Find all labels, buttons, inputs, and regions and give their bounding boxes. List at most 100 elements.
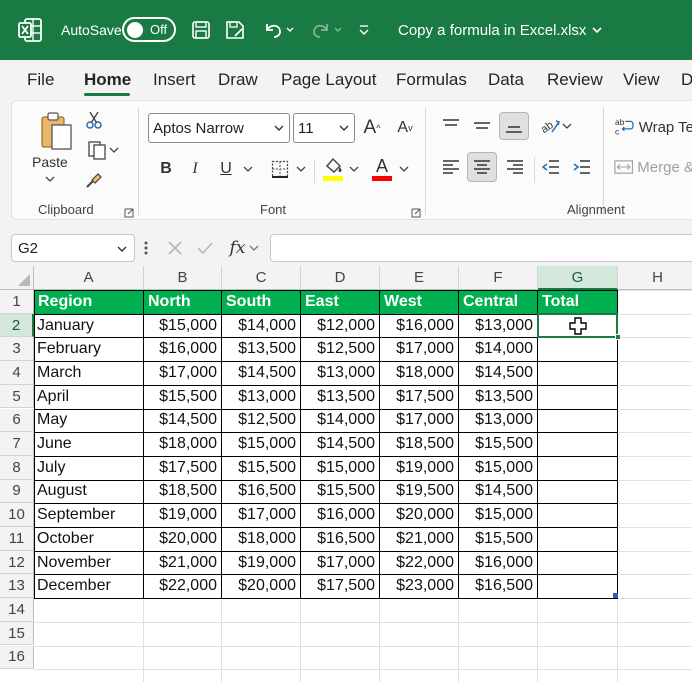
align-right-icon[interactable]: [501, 153, 529, 181]
value-cell[interactable]: $16,500: [222, 480, 301, 504]
value-cell[interactable]: [538, 385, 618, 409]
row-header-4[interactable]: 4: [0, 361, 34, 385]
region-cell[interactable]: December: [34, 574, 144, 598]
value-cell[interactable]: $14,500: [301, 432, 380, 456]
value-cell[interactable]: $15,000: [222, 432, 301, 456]
region-cell[interactable]: July: [34, 456, 144, 480]
row-header-2[interactable]: 2: [0, 313, 34, 338]
value-cell[interactable]: $15,000: [301, 456, 380, 480]
insert-function-button[interactable]: fx: [224, 236, 266, 260]
row-header-6[interactable]: 6: [0, 408, 34, 433]
value-cell[interactable]: $19,000: [380, 456, 459, 480]
value-cell[interactable]: $14,500: [222, 361, 301, 385]
value-cell[interactable]: [538, 574, 618, 598]
value-cell[interactable]: $13,000: [222, 385, 301, 409]
value-cell[interactable]: $15,500: [301, 480, 380, 504]
customize-qat-icon[interactable]: [356, 20, 372, 40]
value-cell[interactable]: $18,000: [144, 432, 222, 456]
value-cell[interactable]: $15,000: [459, 456, 538, 480]
value-cell[interactable]: [538, 409, 618, 433]
value-cell[interactable]: $17,500: [380, 385, 459, 409]
decrease-font-size-icon[interactable]: Av: [392, 115, 418, 141]
value-cell[interactable]: $16,000: [144, 337, 222, 361]
region-cell[interactable]: August: [34, 480, 144, 504]
tab-developer[interactable]: D: [681, 70, 692, 90]
merge-center-button[interactable]: Merge &: [614, 155, 692, 179]
fill-color-icon[interactable]: [320, 153, 346, 183]
increase-indent-icon[interactable]: [568, 153, 596, 181]
increase-font-size-icon[interactable]: A ^: [359, 115, 385, 141]
value-cell[interactable]: $15,000: [144, 314, 222, 338]
value-cell[interactable]: $23,000: [380, 574, 459, 598]
chevron-down-icon[interactable]: [348, 161, 360, 177]
value-cell[interactable]: $15,500: [144, 385, 222, 409]
value-cell[interactable]: $17,000: [144, 361, 222, 385]
value-cell[interactable]: $13,500: [301, 385, 380, 409]
tab-page-layout[interactable]: Page Layout: [281, 70, 376, 90]
font-color-icon[interactable]: A: [370, 153, 394, 183]
value-cell[interactable]: $16,000: [459, 551, 538, 575]
borders-icon[interactable]: [268, 156, 292, 182]
value-cell[interactable]: $14,500: [459, 480, 538, 504]
header-cell-region[interactable]: Region: [34, 290, 144, 314]
chevron-down-icon[interactable]: [398, 161, 410, 177]
value-cell[interactable]: $15,000: [459, 503, 538, 527]
value-cell[interactable]: $14,000: [222, 314, 301, 338]
region-cell[interactable]: January: [34, 314, 144, 338]
orientation-icon[interactable]: ab: [534, 113, 576, 139]
header-cell-south[interactable]: South: [222, 290, 301, 314]
fill-handle[interactable]: [615, 334, 621, 341]
value-cell[interactable]: $22,000: [144, 574, 222, 598]
value-cell[interactable]: $21,000: [380, 527, 459, 551]
value-cell[interactable]: $16,500: [459, 574, 538, 598]
font-name-dropdown[interactable]: Aptos Narrow: [148, 113, 290, 143]
tab-data[interactable]: Data: [488, 70, 524, 90]
region-cell[interactable]: November: [34, 551, 144, 575]
value-cell[interactable]: $15,500: [459, 527, 538, 551]
value-cell[interactable]: $17,500: [144, 456, 222, 480]
table-resize-handle[interactable]: [613, 593, 618, 599]
value-cell[interactable]: $15,500: [459, 432, 538, 456]
value-cell[interactable]: $18,000: [380, 361, 459, 385]
redo-button[interactable]: [306, 18, 348, 42]
value-cell[interactable]: $18,000: [222, 527, 301, 551]
chevron-down-icon[interactable]: [242, 161, 254, 177]
tab-draw[interactable]: Draw: [218, 70, 258, 90]
row-header-16[interactable]: 16: [0, 645, 34, 670]
header-cell-total[interactable]: Total: [538, 290, 618, 314]
column-header-h[interactable]: H: [618, 266, 692, 290]
region-cell[interactable]: February: [34, 337, 144, 361]
column-header-a[interactable]: A: [34, 266, 144, 290]
more-options-icon[interactable]: [142, 238, 150, 258]
value-cell[interactable]: [538, 432, 618, 456]
value-cell[interactable]: [538, 480, 618, 504]
region-cell[interactable]: April: [34, 385, 144, 409]
dialog-launcher-icon[interactable]: [411, 205, 421, 218]
formula-input[interactable]: [270, 234, 692, 262]
format-painter-icon[interactable]: [83, 169, 105, 191]
row-header-8[interactable]: 8: [0, 455, 34, 480]
tab-formulas[interactable]: Formulas: [396, 70, 467, 90]
header-cell-central[interactable]: Central: [459, 290, 538, 314]
row-header-14[interactable]: 14: [0, 598, 34, 622]
worksheet-grid[interactable]: A B C D E F G H 1 2 3 4 5 6 7 8 9 10 11 12 13 14 15 16 Region Nor…: [0, 266, 692, 682]
font-size-dropdown[interactable]: 11: [293, 113, 355, 143]
autosave-toggle[interactable]: Off: [122, 17, 176, 42]
value-cell[interactable]: $16,000: [380, 314, 459, 338]
copy-icon[interactable]: [82, 139, 124, 161]
document-title[interactable]: Copy a formula in Excel.xlsx: [398, 20, 604, 40]
value-cell[interactable]: [538, 527, 618, 551]
align-bottom-icon[interactable]: [499, 112, 529, 140]
header-cell-west[interactable]: West: [380, 290, 459, 314]
value-cell[interactable]: $19,000: [222, 551, 301, 575]
enter-icon[interactable]: [194, 237, 216, 259]
tab-insert[interactable]: Insert: [153, 70, 196, 90]
row-header-11[interactable]: 11: [0, 527, 34, 551]
cancel-entry-icon[interactable]: [164, 237, 186, 259]
paste-icon[interactable]: [36, 109, 76, 153]
value-cell[interactable]: $18,500: [380, 432, 459, 456]
row-header-9[interactable]: 9: [0, 479, 34, 504]
value-cell[interactable]: $17,000: [380, 337, 459, 361]
column-header-e[interactable]: E: [380, 266, 459, 290]
value-cell[interactable]: $14,000: [301, 409, 380, 433]
